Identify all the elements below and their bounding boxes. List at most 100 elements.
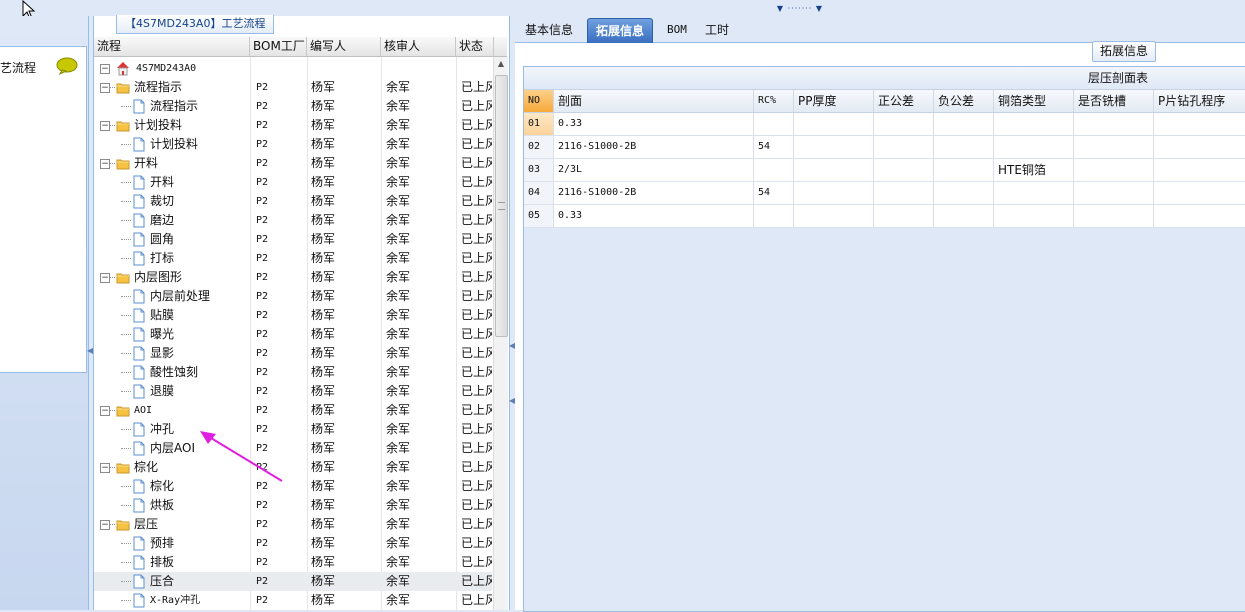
tree-step-row[interactable]: 显影 P2 杨军 余军 已上风 (94, 344, 492, 363)
grid-col-header[interactable]: P片钻孔程序 (1154, 90, 1245, 112)
grid-cell[interactable]: 0.33 (554, 113, 754, 135)
tree-folder-row[interactable]: − 开料 P2 杨军 余军 已上风 (94, 154, 492, 173)
tree-folder-row[interactable]: − 计划投料 P2 杨军 余军 已上风 (94, 116, 492, 135)
grid-cell[interactable] (874, 205, 934, 227)
grid-col-header[interactable]: PP厚度 (794, 90, 874, 112)
grid-col-header[interactable]: 剖面 (554, 90, 754, 112)
grid-row[interactable]: 05 0.33 (524, 205, 1245, 228)
tree-step-row[interactable]: 预排 P2 杨军 余军 已上风 (94, 534, 492, 553)
grid-row[interactable]: 03 2/3L HTE铜箔 (524, 159, 1245, 182)
grid-cell[interactable]: 03 (524, 159, 554, 181)
grid-cell[interactable] (794, 136, 874, 158)
tree-step-row[interactable]: 流程指示 P2 杨军 余军 已上风 (94, 97, 492, 116)
collapse-toggle-icon[interactable]: − (100, 520, 110, 530)
col-header-bom-factory[interactable]: BOM工厂 (250, 37, 307, 56)
left-nav-title[interactable]: 艺流程 (0, 59, 36, 76)
tree-step-row[interactable]: 酸性蚀刻 P2 杨军 余军 已上风 (94, 363, 492, 382)
grid-cell[interactable] (1154, 205, 1245, 227)
grid-cell[interactable]: 2116-S1000-2B (554, 136, 754, 158)
tree-folder-row[interactable]: − AOI P2 杨军 余军 已上风 (94, 401, 492, 420)
col-header-checker[interactable]: 核审人 (381, 37, 456, 56)
grid-cell[interactable] (934, 205, 994, 227)
grid-cell[interactable]: 01 (524, 113, 554, 135)
grid-cell[interactable] (994, 136, 1074, 158)
grid-col-header[interactable]: RC% (754, 90, 794, 112)
grid-cell[interactable] (874, 159, 934, 181)
grid-cell[interactable]: 02 (524, 136, 554, 158)
tab-work-hours[interactable]: 工时 (697, 18, 737, 42)
tab-bom[interactable]: BOM (659, 18, 695, 42)
tree-folder-row[interactable]: − 棕化 P2 杨军 余军 已上风 (94, 458, 492, 477)
grid-row[interactable]: 02 2116-S1000-2B 54 (524, 136, 1245, 159)
grid-cell[interactable] (934, 136, 994, 158)
col-header-status[interactable]: 状态 (456, 37, 494, 56)
grid-cell[interactable] (754, 113, 794, 135)
grid-cell[interactable]: 04 (524, 182, 554, 204)
splitter-grip[interactable]: ▼ ······· ▼ (770, 5, 830, 13)
grid-cell[interactable] (794, 205, 874, 227)
collapse-toggle-icon[interactable]: − (100, 83, 110, 93)
grid-cell[interactable] (1154, 182, 1245, 204)
grid-cell[interactable] (1154, 136, 1245, 158)
grid-cell[interactable] (794, 182, 874, 204)
grid-col-header[interactable]: 负公差 (934, 90, 994, 112)
grid-cell[interactable]: 2/3L (554, 159, 754, 181)
tree-step-row[interactable]: 排板 P2 杨军 余军 已上风 (94, 553, 492, 572)
chat-bubble-icon[interactable] (56, 57, 78, 75)
grid-cell[interactable] (1154, 159, 1245, 181)
grid-cell[interactable] (994, 182, 1074, 204)
grid-cell[interactable]: 54 (754, 182, 794, 204)
grid-col-header[interactable]: 正公差 (874, 90, 934, 112)
tree-step-row[interactable]: 计划投料 P2 杨军 余军 已上风 (94, 135, 492, 154)
grid-cell[interactable]: 0.33 (554, 205, 754, 227)
grid-row[interactable]: 04 2116-S1000-2B 54 (524, 182, 1245, 205)
grid-cell[interactable] (1074, 159, 1154, 181)
tree-step-row[interactable]: 开料 P2 杨军 余军 已上风 (94, 173, 492, 192)
tree-step-row[interactable]: 贴膜 P2 杨军 余军 已上风 (94, 306, 492, 325)
grid-cell[interactable] (874, 136, 934, 158)
grid-cell[interactable]: 05 (524, 205, 554, 227)
col-header-flow[interactable]: 流程 (94, 37, 250, 56)
grid-cell[interactable] (1074, 136, 1154, 158)
grid-cell[interactable] (1074, 205, 1154, 227)
grid-cell[interactable] (934, 159, 994, 181)
grid-cell[interactable] (754, 159, 794, 181)
grid-cell[interactable]: HTE铜箔 (994, 159, 1074, 181)
tree-step-row[interactable]: 裁切 P2 杨军 余军 已上风 (94, 192, 492, 211)
grid-cell[interactable] (874, 182, 934, 204)
grid-cell[interactable] (934, 113, 994, 135)
tree-vertical-scrollbar[interactable]: ▲ (493, 57, 508, 610)
tree-step-row[interactable]: 烘板 P2 杨军 余军 已上风 (94, 496, 492, 515)
tree-root-row[interactable]: − 4S7MD243A0 (94, 59, 492, 78)
tree-folder-row[interactable]: − 内层图形 P2 杨军 余军 已上风 (94, 268, 492, 287)
tree-step-row[interactable]: X-Ray冲孔 P2 杨军 余军 已上风 (94, 591, 492, 610)
grid-cell[interactable] (994, 113, 1074, 135)
collapse-toggle-icon[interactable]: − (100, 64, 110, 74)
grid-cell[interactable] (1074, 182, 1154, 204)
grid-col-header[interactable]: NO (524, 90, 554, 112)
collapse-toggle-icon[interactable]: − (100, 159, 110, 169)
grid-col-header[interactable]: 铜箔类型 (994, 90, 1074, 112)
tab-basic-info[interactable]: 基本信息 (517, 18, 581, 42)
grid-cell[interactable] (994, 205, 1074, 227)
tree-step-row[interactable]: 曝光 P2 杨军 余军 已上风 (94, 325, 492, 344)
scroll-thumb[interactable] (495, 75, 508, 337)
scroll-up-icon[interactable]: ▲ (496, 59, 506, 69)
grid-cell[interactable] (874, 113, 934, 135)
tree-folder-row[interactable]: − 流程指示 P2 杨军 余军 已上风 (94, 78, 492, 97)
grid-row[interactable]: 01 0.33 (524, 113, 1245, 136)
grid-cell[interactable] (794, 159, 874, 181)
tree-step-row[interactable]: 磨边 P2 杨军 余军 已上风 (94, 211, 492, 230)
tree-step-row[interactable]: 压合 P2 杨军 余军 已上风 (94, 572, 492, 591)
collapse-toggle-icon[interactable]: − (100, 406, 110, 416)
grid-cell[interactable] (1154, 113, 1245, 135)
tab-extended-info[interactable]: 拓展信息 (587, 18, 654, 43)
collapse-toggle-icon[interactable]: − (100, 121, 110, 131)
grid-cell[interactable] (934, 182, 994, 204)
grid-cell[interactable] (1074, 113, 1154, 135)
collapse-toggle-icon[interactable]: − (100, 273, 110, 283)
grid-cell[interactable]: 2116-S1000-2B (554, 182, 754, 204)
tree-step-row[interactable]: 冲孔 P2 杨军 余军 已上风 (94, 420, 492, 439)
tree-folder-row[interactable]: − 层压 P2 杨军 余军 已上风 (94, 515, 492, 534)
grid-cell[interactable] (754, 205, 794, 227)
